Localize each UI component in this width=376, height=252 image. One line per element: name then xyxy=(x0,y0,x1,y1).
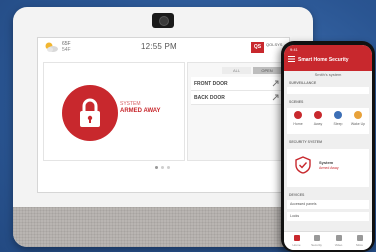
sensor-link-icon xyxy=(272,94,279,101)
arm-status-card[interactable]: SYSTEM ARMED AWAY xyxy=(43,62,185,161)
scene-away-button[interactable]: Away xyxy=(310,111,326,126)
lock-icon xyxy=(80,98,100,127)
home-icon xyxy=(293,235,300,241)
device-row-locks[interactable]: Locks xyxy=(287,212,369,221)
device-row-panels[interactable]: Accessed panels xyxy=(287,200,369,209)
device-row-label: Accessed panels xyxy=(290,202,317,206)
scene-wake-button[interactable]: Wake Up xyxy=(350,111,366,126)
page-indicator xyxy=(155,166,175,170)
sensor-row-front-door[interactable]: FRONT DOOR xyxy=(191,77,282,91)
nav-label: Security xyxy=(311,243,322,247)
arm-button[interactable] xyxy=(62,85,118,141)
bottom-nav: Home Security Video More xyxy=(284,231,372,250)
section-label: SURVEILLANCE xyxy=(289,81,317,85)
nav-more[interactable]: More xyxy=(351,235,368,247)
security-system-label: System xyxy=(319,160,334,165)
security-card[interactable]: System Armed Away xyxy=(287,149,369,187)
sensor-link-icon xyxy=(272,80,279,87)
shield-icon xyxy=(313,235,320,241)
nav-label: Video xyxy=(334,243,343,247)
page-dot xyxy=(161,166,164,169)
section-label-security: SECURITY SYSTEM xyxy=(289,140,322,144)
sun-icon xyxy=(354,111,362,119)
sensor-row-back-door[interactable]: BACK DOOR xyxy=(191,91,282,105)
phone-screen: 9:41 Smart Home Security Smith's system … xyxy=(284,45,372,250)
camera-icon xyxy=(152,13,174,28)
surveillance-row[interactable] xyxy=(287,87,369,94)
brand-logo: QS xyxy=(251,42,264,53)
shield-check-icon xyxy=(295,156,311,174)
nav-video[interactable]: Video xyxy=(330,235,347,247)
scene-label: Sleep xyxy=(333,122,343,126)
more-icon xyxy=(356,235,363,241)
scene-sleep-button[interactable]: Sleep xyxy=(330,111,346,126)
section-label-scenes: SCENES xyxy=(289,100,304,104)
scene-label: Wake Up xyxy=(350,122,366,126)
nav-label: Home xyxy=(292,243,301,247)
moon-icon xyxy=(334,111,342,119)
menu-icon[interactable] xyxy=(288,56,295,62)
scene-label: Away xyxy=(313,122,323,126)
nav-home[interactable]: Home xyxy=(288,235,305,247)
system-name: Smith's system xyxy=(314,72,342,77)
clock: 12:55 PM xyxy=(141,42,177,51)
system-label: SYSTEM xyxy=(120,101,141,107)
security-panel-device: 65F 54F 12:55 PM QS QOLSYS SYSTEM ARMED … xyxy=(13,7,313,247)
page-dot xyxy=(167,166,170,169)
smartphone-device: 9:41 Smart Home Security Smith's system … xyxy=(281,41,375,252)
nav-security[interactable]: Security xyxy=(308,235,325,247)
security-status: Armed Away xyxy=(319,166,339,170)
sensor-name: BACK DOOR xyxy=(194,95,225,101)
speaker-grille xyxy=(13,207,313,247)
home-icon xyxy=(294,111,302,119)
nav-label: More xyxy=(356,243,363,247)
away-icon xyxy=(314,111,322,119)
app-title: Smart Home Security xyxy=(298,57,349,63)
filter-all-button[interactable]: ALL xyxy=(222,67,251,74)
armed-status: ARMED AWAY xyxy=(120,108,161,114)
panel-screen: 65F 54F 12:55 PM QS QOLSYS SYSTEM ARMED … xyxy=(37,37,290,193)
section-label-devices: DEVICES xyxy=(289,193,305,197)
temperature-low: 54F xyxy=(62,47,71,53)
scene-label: Home xyxy=(293,122,303,126)
sensor-name: FRONT DOOR xyxy=(194,81,228,87)
page-dot-active xyxy=(155,166,158,169)
scene-home-button[interactable]: Home xyxy=(290,111,306,126)
scenes-card: Home Away Sleep Wake Up xyxy=(287,108,369,134)
video-icon xyxy=(335,235,342,241)
device-row-label: Locks xyxy=(290,214,300,218)
status-bar: 65F 54F 12:55 PM QS QOLSYS xyxy=(38,38,289,56)
app-header: 9:41 Smart Home Security xyxy=(284,45,372,71)
filter-open-button[interactable]: OPEN xyxy=(253,67,281,74)
phone-status-time: 9:41 xyxy=(290,47,298,52)
sensor-list-card: ALL OPEN FRONT DOOR BACK DOOR xyxy=(187,62,286,161)
partly-cloudy-icon xyxy=(45,42,58,52)
